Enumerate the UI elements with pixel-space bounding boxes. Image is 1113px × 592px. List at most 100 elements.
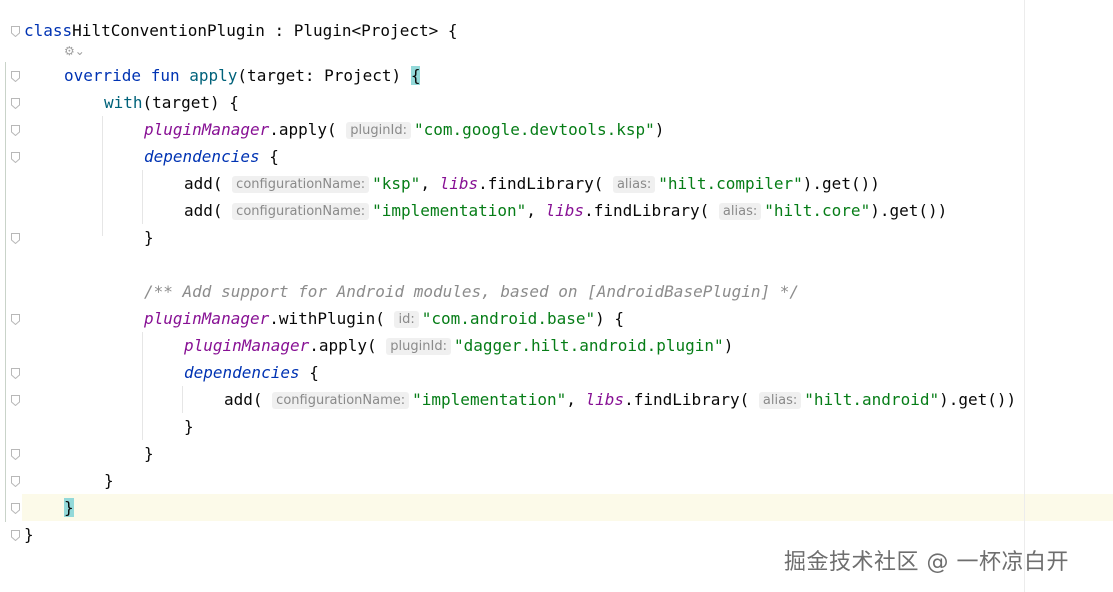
code-line[interactable]: with(target) { <box>104 89 239 116</box>
code-token: add( <box>184 201 233 220</box>
code-token: add( <box>184 174 233 193</box>
fold-marker-icon[interactable] <box>11 26 20 37</box>
ai-assistant-icon[interactable]: ⚙⌄ <box>64 44 85 58</box>
fold-marker-icon[interactable] <box>11 98 20 109</box>
fold-marker-icon[interactable] <box>11 503 20 514</box>
code-token: apply <box>189 66 238 85</box>
fold-marker-icon[interactable] <box>11 233 20 244</box>
code-token: ) <box>723 336 734 355</box>
code-token: pluginManager <box>184 336 310 355</box>
code-token: fun <box>150 66 180 85</box>
fold-marker-icon[interactable] <box>11 530 20 541</box>
code-token: ).get()) <box>802 174 880 193</box>
code-token: } <box>24 525 34 544</box>
watermark: 掘金技术社区 @ 一杯凉白开 <box>784 550 1069 575</box>
code-token: } <box>184 417 194 436</box>
code-line[interactable]: pluginManager.apply( pluginId: "com.googl… <box>144 116 664 143</box>
code-line[interactable]: pluginManager.withPlugin( id: "com.androi… <box>144 305 624 332</box>
indent-guide <box>142 170 143 224</box>
code-token: /** Add support for Android modules, bas… <box>144 282 800 301</box>
fold-marker-icon[interactable] <box>11 314 20 325</box>
code-token: .findLibrary( <box>478 174 613 193</box>
indent-guide <box>142 332 143 440</box>
code-token: } <box>144 228 154 247</box>
code-token: ).get()) <box>939 390 1017 409</box>
code-token: } <box>64 498 74 517</box>
parameter-hint: pluginId: <box>346 122 411 139</box>
editor-gutter <box>0 0 22 592</box>
code-token: .findLibrary( <box>584 201 719 220</box>
code-line[interactable]: add( configurationName: "implementation",… <box>184 197 947 224</box>
parameter-hint: configurationName: <box>232 203 370 220</box>
code-token: .withPlugin( <box>269 309 395 328</box>
code-token: libs <box>585 390 625 409</box>
code-token: .apply( <box>309 336 387 355</box>
fold-marker-icon[interactable] <box>11 449 20 460</box>
code-token: { <box>410 66 421 85</box>
change-marker <box>5 62 6 522</box>
code-token: ) <box>654 120 665 139</box>
code-token: .apply( <box>269 120 347 139</box>
code-token: "hilt.compiler" <box>658 174 803 193</box>
code-token: "dagger.hilt.android.plugin" <box>453 336 724 355</box>
fold-marker-icon[interactable] <box>11 368 20 379</box>
code-token: libs <box>545 201 585 220</box>
code-token: HiltConventionPlugin : Plugin<Project> { <box>72 21 458 40</box>
parameter-hint: alias: <box>718 203 762 220</box>
right-margin-guide <box>1024 0 1025 592</box>
code-token: ) { <box>595 309 625 328</box>
parameter-hint: pluginId: <box>386 338 451 355</box>
fold-marker-icon[interactable] <box>11 395 20 406</box>
code-token: (target: Project) <box>237 66 411 85</box>
code-line[interactable]: add( configurationName: "ksp", libs.findL… <box>184 170 880 197</box>
code-token: "ksp" <box>372 174 421 193</box>
fold-marker-icon[interactable] <box>11 476 20 487</box>
code-token: "implementation" <box>412 390 567 409</box>
code-line[interactable]: /** Add support for Android modules, bas… <box>144 278 799 305</box>
code-token: add( <box>224 390 273 409</box>
chevron-down-icon[interactable]: ⌄ <box>75 44 85 58</box>
code-token: "hilt.android" <box>804 390 940 409</box>
code-line[interactable]: pluginManager.apply( pluginId: "dagger.hi… <box>184 332 733 359</box>
code-line[interactable]: override fun apply(target: Project) { <box>64 62 421 89</box>
code-line[interactable]: } <box>144 224 154 251</box>
parameter-hint: configurationName: <box>272 392 410 409</box>
code-token: , <box>566 390 586 409</box>
indent-guide <box>182 386 183 413</box>
code-line[interactable]: } <box>24 521 34 548</box>
code-token: { <box>299 363 319 382</box>
code-token: libs <box>439 174 479 193</box>
code-line[interactable]: } <box>144 440 154 467</box>
fold-marker-icon[interactable] <box>11 152 20 163</box>
parameter-hint: id: <box>394 311 419 328</box>
code-line[interactable]: add( configurationName: "implementation",… <box>224 386 1016 413</box>
code-token: } <box>104 471 114 490</box>
code-token: "com.android.base" <box>421 309 596 328</box>
caret-line-highlight <box>22 494 1113 521</box>
code-line[interactable]: } <box>184 413 194 440</box>
fold-marker-icon[interactable] <box>11 71 20 82</box>
code-token: override <box>64 66 142 85</box>
code-line[interactable]: } <box>104 467 114 494</box>
code-token: dependencies <box>144 147 260 166</box>
fold-marker-icon[interactable] <box>11 125 20 136</box>
code-line[interactable]: dependencies { <box>144 143 279 170</box>
code-token: , <box>526 201 546 220</box>
code-token: .findLibrary( <box>624 390 759 409</box>
parameter-hint: alias: <box>612 176 656 193</box>
code-token: pluginManager <box>144 120 270 139</box>
code-token: , <box>420 174 440 193</box>
code-token: { <box>259 147 279 166</box>
code-token: with <box>104 93 143 112</box>
code-token: class <box>24 21 73 40</box>
code-token: "implementation" <box>372 201 527 220</box>
parameter-hint: alias: <box>758 392 802 409</box>
parameter-hint: configurationName: <box>232 176 370 193</box>
code-token: "hilt.core" <box>764 201 871 220</box>
code-line[interactable]: dependencies { <box>184 359 319 386</box>
code-line[interactable]: } <box>64 494 74 521</box>
code-token: } <box>144 444 154 463</box>
code-line[interactable]: classHiltConventionPlugin : Plugin<Proje… <box>24 17 457 44</box>
